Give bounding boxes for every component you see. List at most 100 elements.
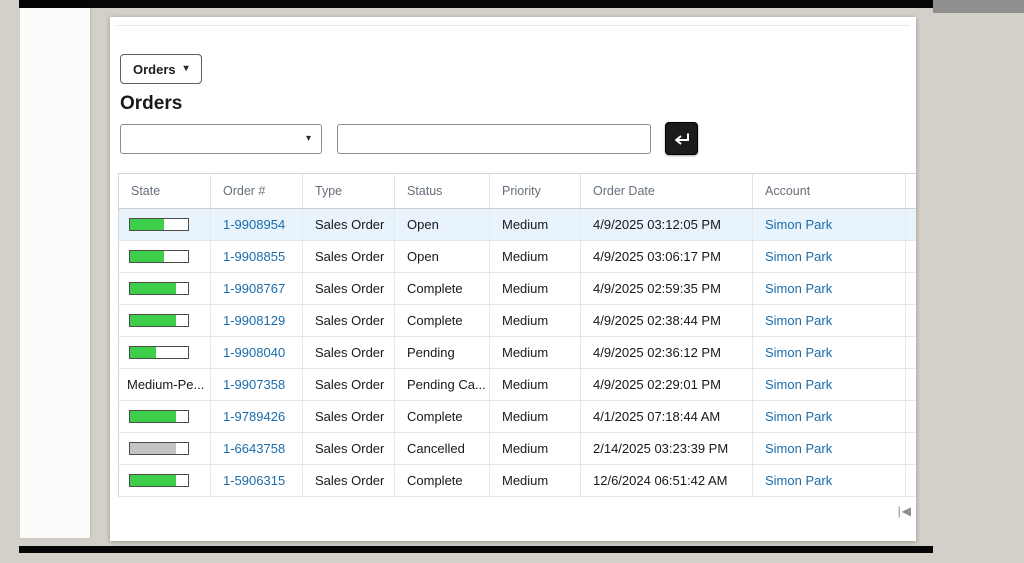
account-link[interactable]: Simon Park bbox=[765, 217, 832, 232]
state-progress-bar bbox=[129, 314, 189, 327]
window-corner-fragment bbox=[933, 0, 1024, 13]
order-link[interactable]: 1-5906315 bbox=[223, 473, 285, 488]
order-number-cell: 1-9908954 bbox=[210, 208, 303, 241]
column-header[interactable]: Order # bbox=[210, 173, 303, 209]
table-row[interactable]: 1-9908954 Sales Order Open Medium 4/9/20… bbox=[118, 208, 916, 241]
state-cell bbox=[118, 400, 211, 433]
table-row[interactable]: 1-9908129 Sales Order Complete Medium 4/… bbox=[118, 304, 916, 337]
order-link[interactable]: 1-9789426 bbox=[223, 409, 285, 424]
table-row[interactable]: 1-9908855 Sales Order Open Medium 4/9/20… bbox=[118, 240, 916, 273]
type-cell: Sales Order bbox=[302, 208, 395, 241]
column-header[interactable]: Priority bbox=[489, 173, 581, 209]
state-cell bbox=[118, 208, 211, 241]
extra-cell bbox=[905, 272, 916, 305]
search-submit-button[interactable] bbox=[665, 122, 698, 155]
account-cell: Simon Park bbox=[752, 464, 906, 497]
extra-cell bbox=[905, 304, 916, 337]
filter-combobox[interactable]: ▾ bbox=[120, 124, 322, 154]
state-cell bbox=[118, 272, 211, 305]
account-link[interactable]: Simon Park bbox=[765, 377, 832, 392]
state-progress-fill bbox=[130, 219, 164, 230]
state-cell bbox=[118, 464, 211, 497]
table-row[interactable]: Medium-Pe... 1-9907358 Sales Order Pendi… bbox=[118, 368, 916, 401]
account-cell: Simon Park bbox=[752, 336, 906, 369]
state-cell bbox=[118, 304, 211, 337]
column-header[interactable]: Status bbox=[394, 173, 490, 209]
state-progress-bar bbox=[129, 250, 189, 263]
table-row[interactable]: 1-9789426 Sales Order Complete Medium 4/… bbox=[118, 400, 916, 433]
orders-table-body: 1-9908954 Sales Order Open Medium 4/9/20… bbox=[118, 208, 916, 497]
account-link[interactable]: Simon Park bbox=[765, 473, 832, 488]
chevron-down-icon: ▾ bbox=[305, 133, 311, 144]
order-number-cell: 1-9789426 bbox=[210, 400, 303, 433]
return-arrow-icon bbox=[674, 133, 689, 145]
state-progress-bar bbox=[129, 346, 189, 359]
chevron-down-icon: ▾ bbox=[183, 63, 189, 74]
status-cell: Open bbox=[394, 240, 490, 273]
order-link[interactable]: 1-9908855 bbox=[223, 249, 285, 264]
order-number-cell: 1-6643758 bbox=[210, 432, 303, 465]
state-progress-fill bbox=[130, 475, 177, 486]
column-header[interactable]: State bbox=[118, 173, 211, 209]
status-cell: Complete bbox=[394, 304, 490, 337]
status-cell: Pending bbox=[394, 336, 490, 369]
order-link[interactable]: 1-6643758 bbox=[223, 441, 285, 456]
priority-cell: Medium bbox=[489, 304, 581, 337]
column-header[interactable]: I bbox=[905, 173, 916, 209]
state-text: Medium-Pe... bbox=[127, 377, 205, 392]
order-number-cell: 1-9908040 bbox=[210, 336, 303, 369]
table-row[interactable]: 1-9908767 Sales Order Complete Medium 4/… bbox=[118, 272, 916, 305]
extra-cell bbox=[905, 336, 916, 369]
status-cell: Pending Ca... bbox=[394, 368, 490, 401]
extra-cell bbox=[905, 400, 916, 433]
orders-view-dropdown[interactable]: Orders ▾ bbox=[120, 54, 202, 84]
type-cell: Sales Order bbox=[302, 240, 395, 273]
order-number-cell: 1-9908767 bbox=[210, 272, 303, 305]
state-progress-fill bbox=[130, 315, 177, 326]
column-header[interactable]: Account bbox=[752, 173, 906, 209]
table-row[interactable]: 1-5906315 Sales Order Complete Medium 12… bbox=[118, 464, 916, 497]
account-link[interactable]: Simon Park bbox=[765, 281, 832, 296]
priority-cell: Medium bbox=[489, 240, 581, 273]
priority-cell: Medium bbox=[489, 272, 581, 305]
first-page-icon[interactable]: |◀ bbox=[898, 504, 912, 518]
status-cell: Open bbox=[394, 208, 490, 241]
extra-cell bbox=[905, 368, 916, 401]
state-cell bbox=[118, 240, 211, 273]
account-link[interactable]: Simon Park bbox=[765, 249, 832, 264]
order-number-cell: 1-9908855 bbox=[210, 240, 303, 273]
account-link[interactable]: Simon Park bbox=[765, 441, 832, 456]
order-link[interactable]: 1-9908954 bbox=[223, 217, 285, 232]
orders-table: State Order # Type Status Priority Order Date… bbox=[118, 173, 916, 497]
order-link[interactable]: 1-9908767 bbox=[223, 281, 285, 296]
state-progress-bar bbox=[129, 218, 189, 231]
table-row[interactable]: 1-9908040 Sales Order Pending Medium 4/9… bbox=[118, 336, 916, 369]
type-cell: Sales Order bbox=[302, 464, 395, 497]
search-input[interactable] bbox=[337, 124, 651, 154]
column-header[interactable]: Type bbox=[302, 173, 395, 209]
order-link[interactable]: 1-9907358 bbox=[223, 377, 285, 392]
account-link[interactable]: Simon Park bbox=[765, 313, 832, 328]
status-cell: Cancelled bbox=[394, 432, 490, 465]
card-top-divider bbox=[116, 25, 910, 26]
account-link[interactable]: Simon Park bbox=[765, 409, 832, 424]
type-cell: Sales Order bbox=[302, 336, 395, 369]
state-cell: Medium-Pe... bbox=[118, 368, 211, 401]
top-border-bar bbox=[19, 0, 933, 8]
state-progress-fill bbox=[130, 443, 177, 454]
account-cell: Simon Park bbox=[752, 400, 906, 433]
table-row[interactable]: 1-6643758 Sales Order Cancelled Medium 2… bbox=[118, 432, 916, 465]
account-cell: Simon Park bbox=[752, 432, 906, 465]
state-progress-fill bbox=[130, 347, 157, 358]
state-cell bbox=[118, 432, 211, 465]
state-progress-bar bbox=[129, 410, 189, 423]
type-cell: Sales Order bbox=[302, 400, 395, 433]
order-date-cell: 4/9/2025 02:38:44 PM bbox=[580, 304, 753, 337]
type-cell: Sales Order bbox=[302, 304, 395, 337]
order-date-cell: 4/9/2025 02:59:35 PM bbox=[580, 272, 753, 305]
order-link[interactable]: 1-9908129 bbox=[223, 313, 285, 328]
order-number-cell: 1-5906315 bbox=[210, 464, 303, 497]
column-header[interactable]: Order Date bbox=[580, 173, 753, 209]
order-link[interactable]: 1-9908040 bbox=[223, 345, 285, 360]
account-link[interactable]: Simon Park bbox=[765, 345, 832, 360]
